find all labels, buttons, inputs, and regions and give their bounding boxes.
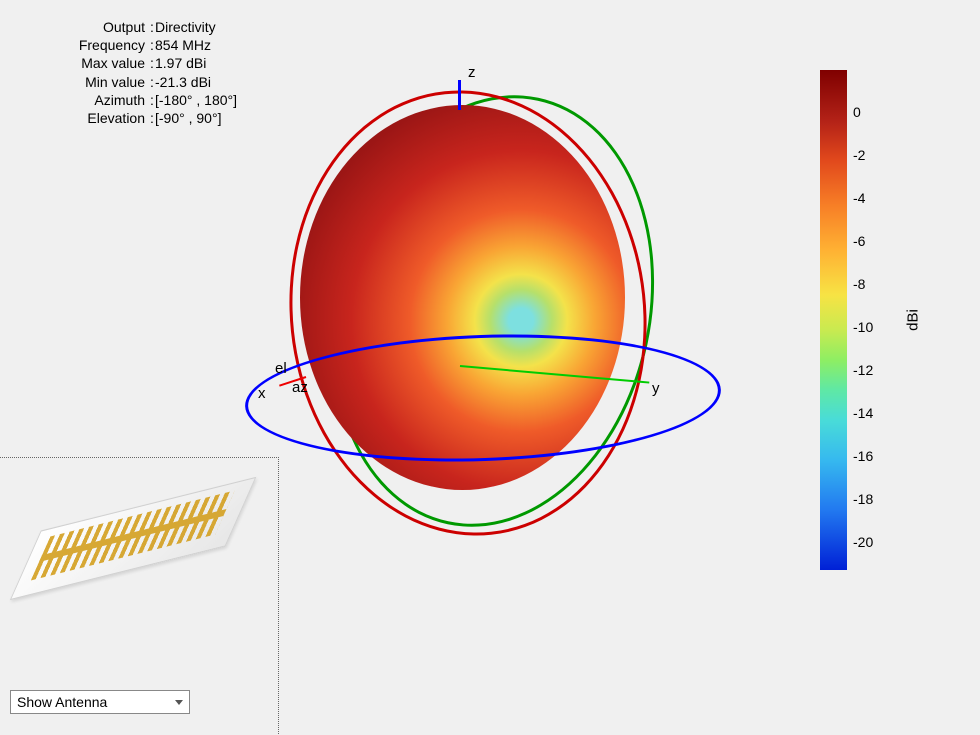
info-key: Max value [0, 54, 149, 72]
info-row-azimuth: Azimuth : [-180° , 180°] [0, 91, 250, 109]
show-antenna-dropdown[interactable]: Show Antenna [10, 690, 190, 714]
info-row-frequency: Frequency : 854 MHz [0, 36, 250, 54]
info-key: Min value [0, 73, 149, 91]
colorbar-gradient [820, 70, 847, 570]
colorbar-tick: -12 [853, 362, 873, 378]
colorbar-tick: -8 [853, 276, 865, 292]
colorbar-tick: -6 [853, 233, 865, 249]
colorbar-ticks: 0 -2 -4 -6 -8 -10 -12 -14 -16 -18 -20 [853, 70, 893, 570]
colorbar-tick: -10 [853, 319, 873, 335]
info-row-output: Output : Directivity [0, 18, 250, 36]
axis-label-y: y [652, 380, 660, 397]
axis-label-el: el [275, 360, 287, 377]
info-row-elevation: Elevation : [-90° , 90°] [0, 109, 250, 127]
chevron-down-icon [175, 700, 183, 705]
colorbar-tick: -16 [853, 448, 873, 464]
antenna-preview-panel: Show Antenna [0, 457, 279, 735]
info-key: Frequency [0, 36, 149, 54]
axis-label-az: az [292, 379, 308, 396]
colorbar-tick: -20 [853, 534, 873, 550]
axis-label-x: x [258, 385, 266, 402]
colorbar-tick: -4 [853, 190, 865, 206]
colorbar-tick: -18 [853, 491, 873, 507]
info-row-minvalue: Min value : -21.3 dBi [0, 73, 250, 91]
radiation-pattern-3d[interactable]: z x y el az [230, 70, 780, 590]
info-row-maxvalue: Max value : 1.97 dBi [0, 54, 250, 72]
colorbar-tick: 0 [853, 104, 861, 120]
info-key: Azimuth [0, 91, 149, 109]
output-info-block: Output : Directivity Frequency : 854 MHz… [0, 18, 250, 127]
info-key: Output [0, 18, 149, 36]
colorbar-tick: -2 [853, 147, 865, 163]
axis-label-z: z [468, 64, 476, 81]
antenna-geometry-preview[interactable] [0, 452, 266, 644]
axis-z-icon [458, 80, 461, 110]
colorbar-title: dBi [904, 309, 921, 331]
info-value: 854 MHz [155, 36, 250, 54]
colorbar-tick: -14 [853, 405, 873, 421]
info-key: Elevation [0, 109, 149, 127]
info-value: Directivity [155, 18, 250, 36]
colorbar: 0 -2 -4 -6 -8 -10 -12 -14 -16 -18 -20 dB… [820, 70, 925, 570]
dropdown-label: Show Antenna [17, 694, 107, 710]
